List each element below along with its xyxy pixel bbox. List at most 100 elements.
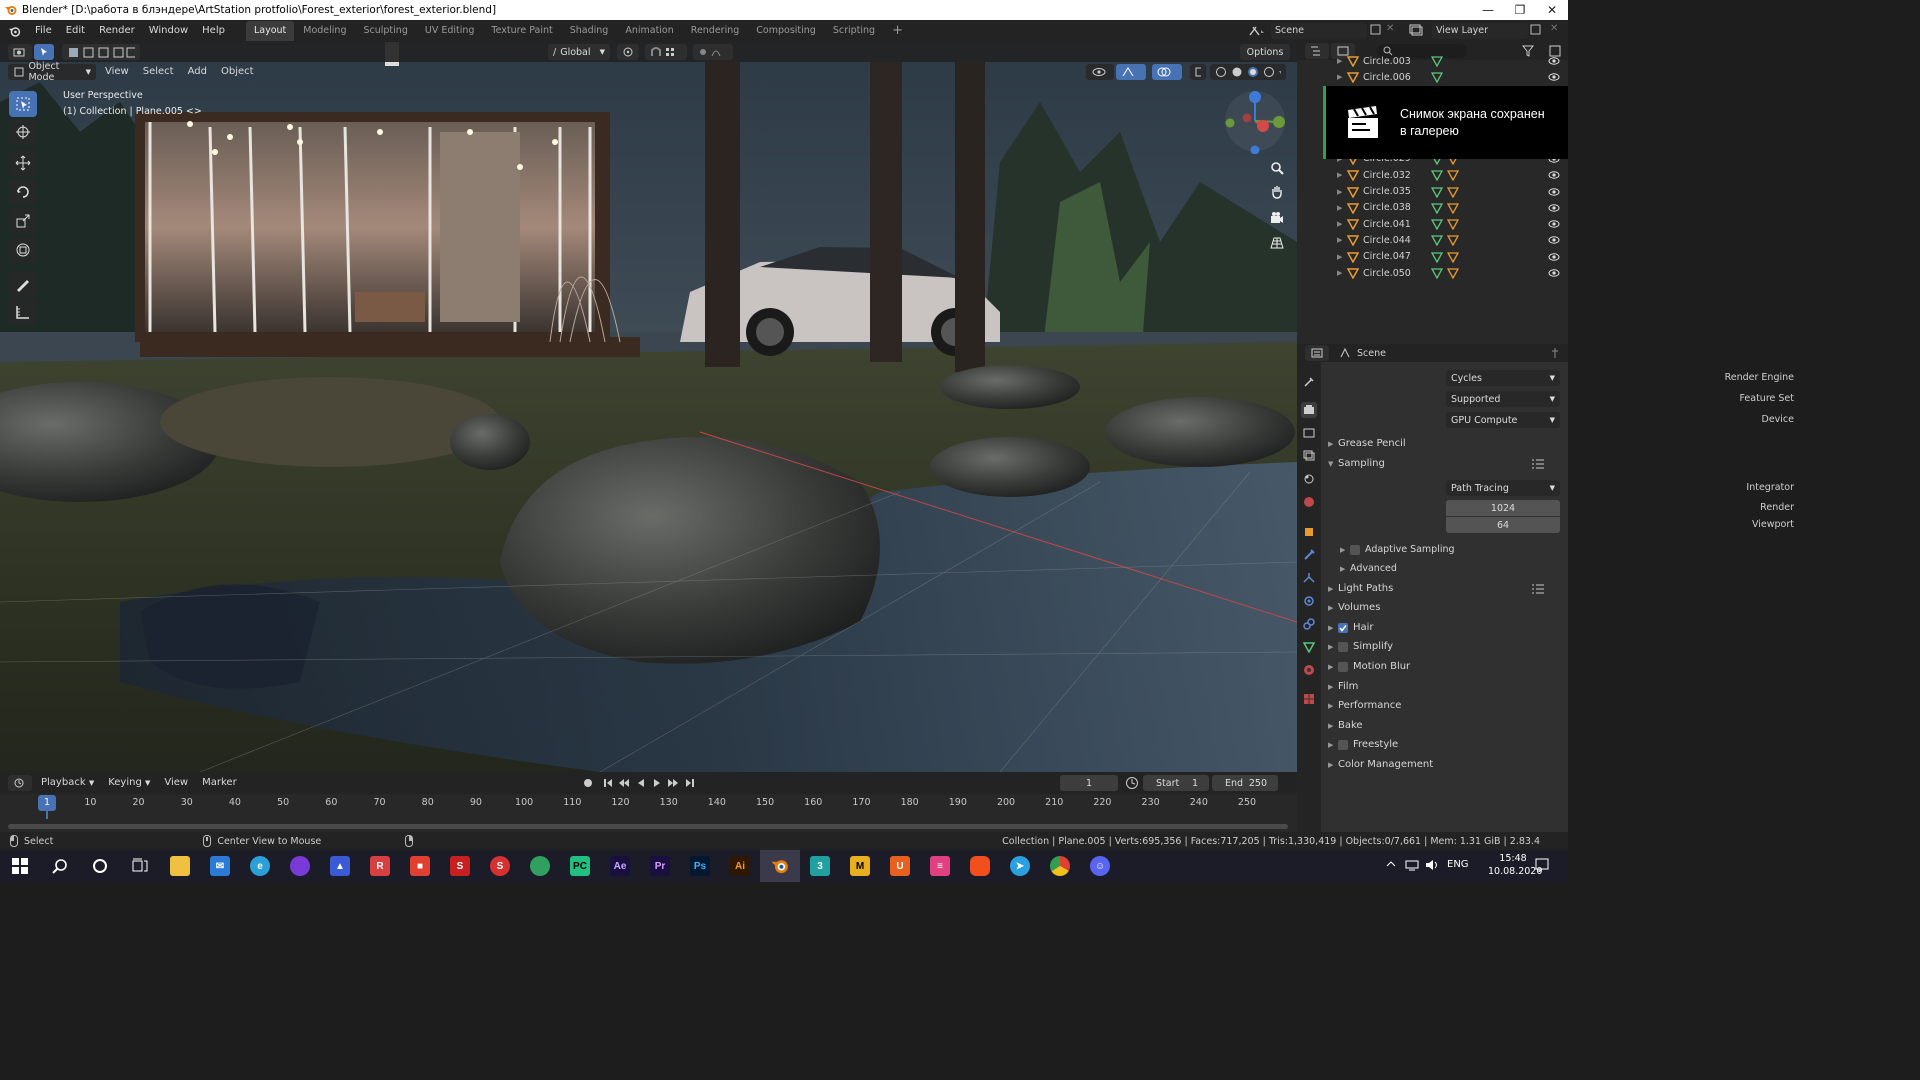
options-dropdown[interactable]: Options	[1240, 44, 1290, 60]
add-workspace-icon[interactable]: +	[884, 21, 911, 41]
expand-arrow-icon[interactable]: ▶	[1337, 204, 1345, 212]
app-stack-icon[interactable]: ≡	[920, 850, 960, 882]
clock[interactable]: 15:48 10.08.2020	[1488, 852, 1542, 878]
section-performance[interactable]: ▶ Performance	[1328, 700, 1401, 711]
overlay-toggle-icon[interactable]	[1152, 64, 1182, 80]
world-tab-icon[interactable]	[1301, 494, 1317, 510]
jump-start-icon[interactable]	[603, 778, 613, 788]
premiere-icon[interactable]: Pr	[640, 850, 680, 882]
timeline-menu-playback[interactable]: Playback ▼	[34, 772, 101, 794]
view-layer-field[interactable]: View Layer	[1432, 23, 1528, 39]
pivot-point-icon[interactable]	[617, 44, 639, 60]
start-frame-field[interactable]: Start 1	[1143, 775, 1209, 791]
chrome-icon[interactable]	[1040, 850, 1080, 882]
delete-scene-icon[interactable]: ✕	[1386, 23, 1396, 34]
tab-texture-paint[interactable]: Texture Paint	[483, 21, 560, 41]
outliner-item[interactable]: ▶ Circle.006	[1297, 69, 1568, 85]
modifier-icon[interactable]	[1447, 186, 1459, 198]
section-color-management[interactable]: ▶ Color Management	[1328, 759, 1433, 770]
cortana-icon[interactable]	[80, 850, 120, 882]
visibility-eye-icon[interactable]	[1548, 235, 1560, 245]
hair-checkbox[interactable]	[1338, 622, 1348, 633]
view-layer-tab-icon[interactable]	[1301, 448, 1317, 464]
tab-scripting[interactable]: Scripting	[825, 21, 883, 41]
app-u-icon[interactable]: U	[880, 850, 920, 882]
rotate-tool-icon[interactable]	[9, 179, 37, 205]
minimize-icon[interactable]: —	[1472, 0, 1504, 20]
integrator-dropdown[interactable]: Path Tracing ▼	[1446, 480, 1560, 496]
jump-end-icon[interactable]	[685, 778, 695, 788]
play-reverse-icon[interactable]	[636, 778, 646, 788]
output-tab-icon[interactable]	[1301, 425, 1317, 441]
viewport-menu-add[interactable]: Add	[181, 61, 214, 83]
file-explorer-icon[interactable]	[160, 850, 200, 882]
cursor-tool-icon[interactable]	[9, 119, 37, 145]
shading-mode-icons[interactable]	[1210, 64, 1286, 80]
device-dropdown[interactable]: GPU Compute ▼	[1446, 412, 1560, 428]
select-box-tool-icon[interactable]	[9, 91, 37, 117]
figma-icon[interactable]	[960, 850, 1000, 882]
tab-modeling[interactable]: Modeling	[295, 21, 354, 41]
tab-layout[interactable]: Layout	[245, 21, 295, 41]
menu-help[interactable]: Help	[195, 20, 232, 42]
render-tab-icon[interactable]	[1301, 402, 1317, 418]
outliner-item[interactable]: ▶ Circle.038	[1297, 200, 1568, 216]
expand-arrow-icon[interactable]: ▶	[1337, 236, 1345, 244]
modifier-icon[interactable]	[1447, 251, 1459, 263]
mesh-data-icon[interactable]	[1431, 218, 1443, 231]
move-tool-icon[interactable]	[9, 150, 37, 176]
viewport-menu-select[interactable]: Select	[136, 61, 181, 83]
visibility-eye-icon[interactable]	[1548, 252, 1560, 262]
app-green-icon[interactable]	[520, 850, 560, 882]
outliner-item[interactable]: ▶ Circle.032	[1297, 167, 1568, 183]
properties-editor-type-icon[interactable]	[1305, 345, 1329, 361]
restore-icon[interactable]: ❐	[1504, 0, 1536, 20]
timeline-scrollbar[interactable]	[8, 824, 1288, 829]
start-menu-icon[interactable]	[0, 850, 40, 882]
mesh-data-icon[interactable]	[1431, 55, 1443, 68]
mesh-data-icon[interactable]	[1431, 169, 1443, 182]
mesh-data-icon[interactable]	[1431, 251, 1443, 263]
mesh-data-icon[interactable]	[1431, 202, 1443, 214]
expand-arrow-icon[interactable]: ▶	[1337, 220, 1345, 228]
expand-arrow-icon[interactable]: ▶	[1337, 57, 1345, 65]
mesh-data-icon[interactable]	[1431, 267, 1443, 280]
tab-uv-editing[interactable]: UV Editing	[417, 21, 483, 41]
outliner-item[interactable]: ▶ Circle.035	[1297, 183, 1568, 199]
expand-arrow-icon[interactable]: ▶	[1337, 269, 1345, 277]
zoom-icon[interactable]	[1267, 158, 1287, 178]
pin-icon[interactable]	[1550, 347, 1560, 359]
visibility-eye-icon[interactable]	[1548, 203, 1560, 213]
outliner-item[interactable]: ▶ Circle.003	[1297, 53, 1568, 69]
xray-toggle-icon[interactable]	[1190, 64, 1206, 80]
simplify-checkbox[interactable]	[1338, 641, 1348, 652]
tab-animation[interactable]: Animation	[617, 21, 681, 41]
app-s-icon[interactable]: S	[480, 850, 520, 882]
motion-blur-checkbox[interactable]	[1338, 661, 1348, 672]
modifier-icon[interactable]	[1447, 218, 1459, 231]
tab-sculpting[interactable]: Sculpting	[355, 21, 415, 41]
annotate-tool-icon[interactable]	[9, 271, 37, 297]
modifier-icon[interactable]	[1447, 267, 1459, 280]
editor-type-icon[interactable]	[8, 44, 32, 60]
tab-rendering[interactable]: Rendering	[683, 21, 748, 41]
feature-set-dropdown[interactable]: Supported ▼	[1446, 391, 1560, 407]
record-icon[interactable]	[580, 775, 596, 791]
outliner-item[interactable]: ▶ Circle.044	[1297, 232, 1568, 248]
physics-tab-icon[interactable]	[1301, 593, 1317, 609]
modifier-icon[interactable]	[1447, 234, 1459, 247]
timeline-menu-view[interactable]: View	[157, 772, 195, 794]
transform-orientation-dropdown[interactable]: ∕ Global ▼	[548, 44, 610, 60]
selection-mode-icons[interactable]	[62, 44, 140, 60]
3d-viewport[interactable]: ∕ Global ▼ Options Object Mode ▼ View Selec…	[0, 42, 1297, 772]
illustrator-icon[interactable]: Ai	[720, 850, 760, 882]
close-icon[interactable]: ✕	[1536, 0, 1568, 20]
constraints-tab-icon[interactable]	[1301, 616, 1317, 632]
gizmo-toggle-icon[interactable]	[1116, 64, 1146, 80]
language-indicator[interactable]: ENG	[1447, 859, 1469, 870]
render-engine-dropdown[interactable]: Cycles ▼	[1446, 370, 1560, 386]
subsection-adaptive-sampling[interactable]: ▶ Adaptive Sampling	[1340, 544, 1455, 555]
proportional-edit-icon[interactable]	[693, 44, 733, 60]
visibility-eye-icon[interactable]	[1548, 219, 1560, 229]
end-frame-field[interactable]: End 250	[1212, 775, 1278, 791]
